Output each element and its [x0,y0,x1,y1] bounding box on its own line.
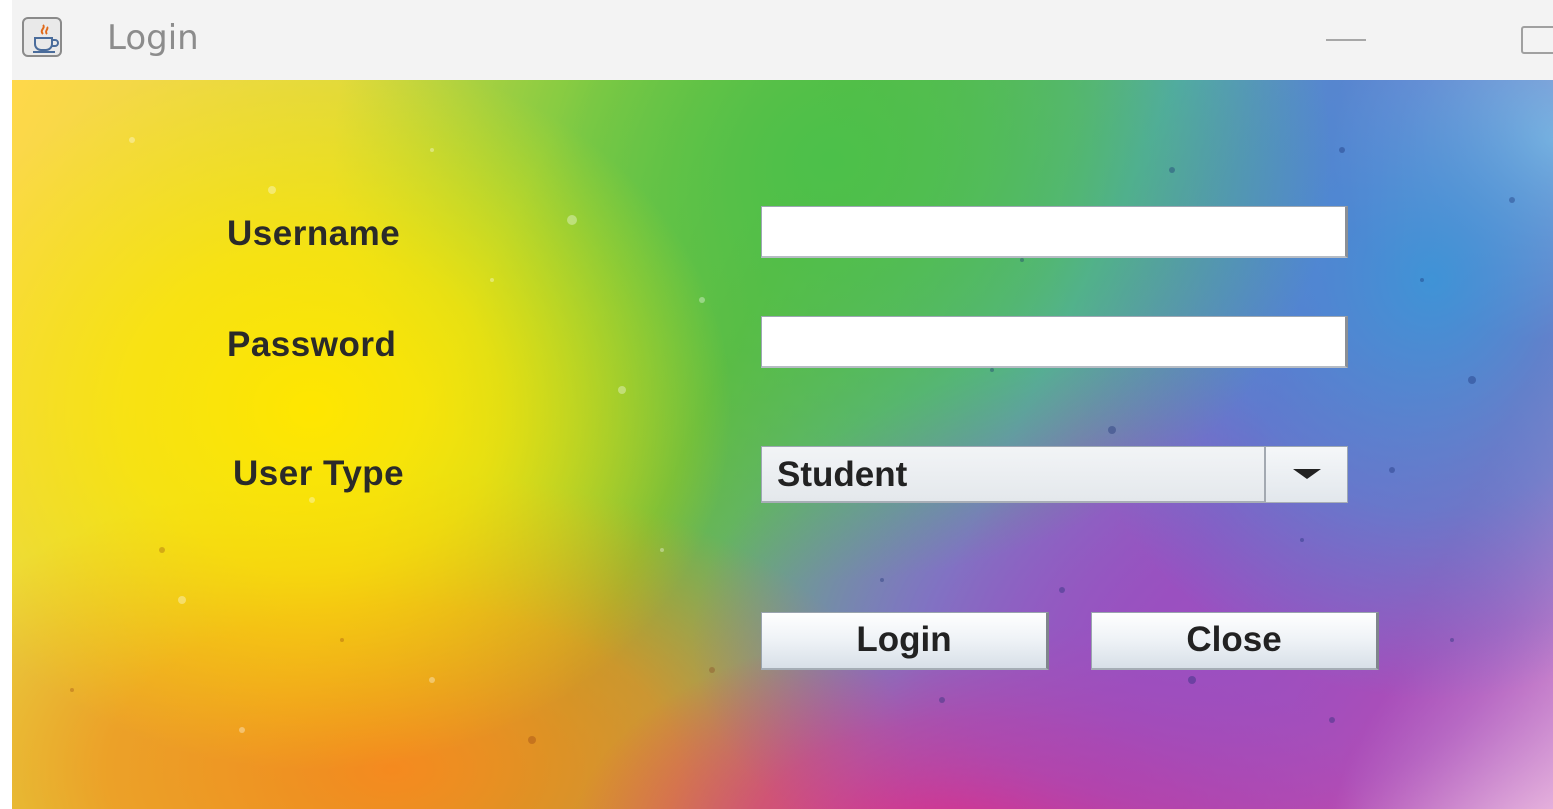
minimize-icon [1326,39,1366,41]
user-type-combobox[interactable]: Student [761,446,1348,503]
paint-speckle-texture [70,137,1515,744]
title-bar[interactable]: Login [12,0,1553,80]
login-button[interactable]: Login [761,612,1049,670]
dropdown-toggle-button[interactable] [1264,447,1347,502]
username-input[interactable] [761,206,1348,258]
chevron-down-icon [1293,469,1321,479]
close-button[interactable]: Close [1091,612,1379,670]
username-label: Username [227,214,401,253]
maximize-button[interactable] [1508,0,1553,80]
password-label: Password [227,325,397,364]
maximize-icon [1521,26,1553,54]
minimize-button[interactable] [1314,0,1384,80]
form-panel: Username Password User Type Student Logi… [12,80,1553,809]
user-type-label: User Type [233,454,405,493]
java-cup-icon [22,17,62,57]
password-input[interactable] [761,316,1348,368]
window-title: Login [107,18,199,58]
login-window: Login Username Password User Type Studen… [0,0,1553,809]
user-type-selected-value: Student [777,455,908,494]
